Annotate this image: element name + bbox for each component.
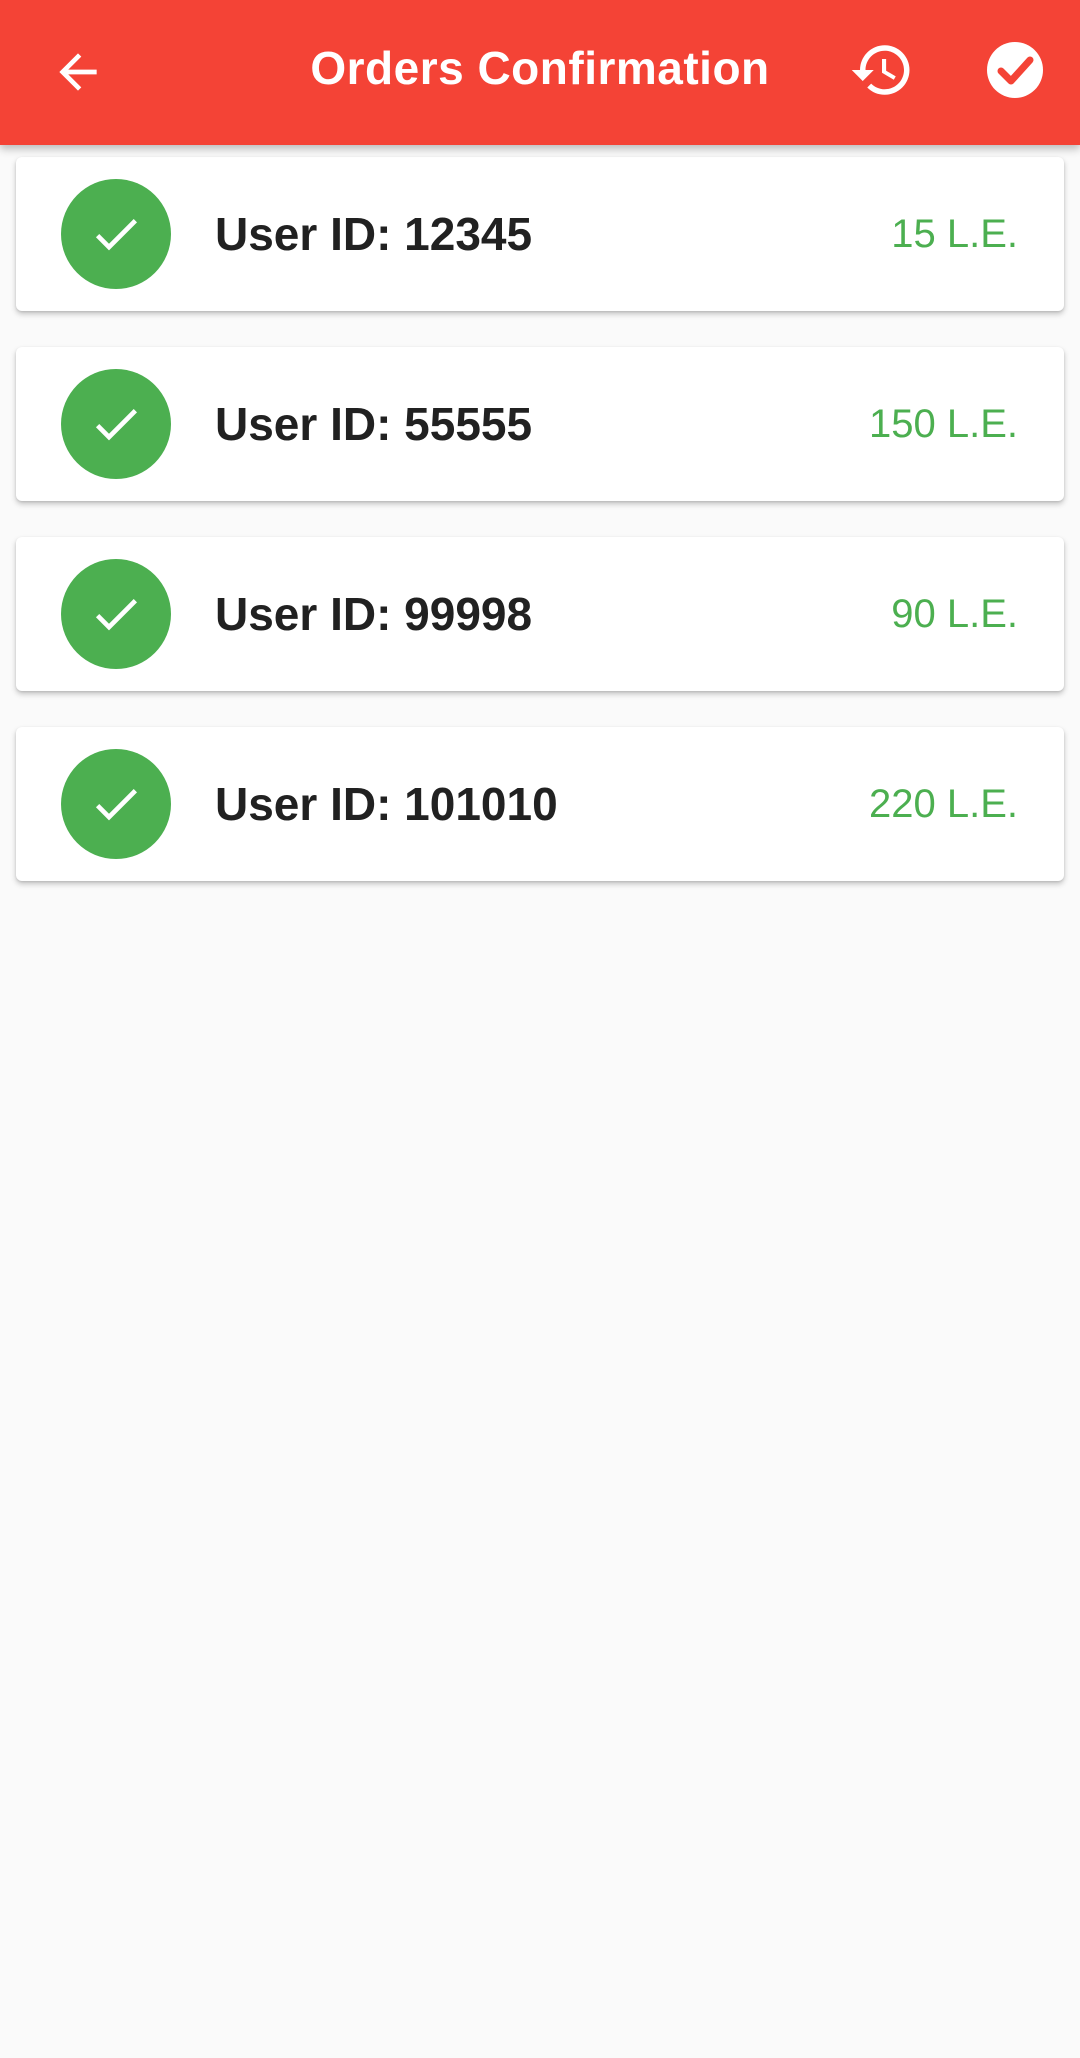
- status-badge: [61, 559, 171, 669]
- app-bar: Orders Confirmation: [0, 0, 1080, 145]
- user-id-label: User ID: 99998: [215, 588, 533, 640]
- status-badge: [61, 179, 171, 289]
- check-icon: [95, 219, 137, 251]
- check-circle-icon: [987, 42, 1043, 98]
- order-amount: 15 L.E.: [891, 211, 1018, 256]
- back-button[interactable]: [38, 32, 118, 112]
- user-id-label: User ID: 101010: [215, 778, 558, 830]
- order-card[interactable]: User ID: 101010 220 L.E.: [16, 727, 1064, 881]
- status-badge: [61, 369, 171, 479]
- history-icon: [851, 45, 910, 95]
- order-amount: 150 L.E.: [868, 401, 1018, 446]
- check-icon: [95, 789, 137, 821]
- order-card[interactable]: User ID: 99998 90 L.E.: [16, 537, 1064, 691]
- status-badge: [61, 749, 171, 859]
- arrow-back-icon: [59, 53, 97, 91]
- order-card[interactable]: User ID: 12345 15 L.E.: [16, 157, 1064, 311]
- check-icon: [95, 599, 137, 631]
- user-id-label: User ID: 55555: [215, 398, 533, 450]
- history-button[interactable]: [840, 28, 924, 112]
- order-list: User ID: 12345 15 L.E. User ID: 55555 15…: [16, 157, 1064, 917]
- order-amount: 90 L.E.: [891, 591, 1018, 636]
- check-icon: [95, 409, 137, 441]
- order-card[interactable]: User ID: 55555 150 L.E.: [16, 347, 1064, 501]
- order-amount: 220 L.E.: [868, 781, 1018, 826]
- confirm-all-button[interactable]: [973, 28, 1057, 112]
- user-id-label: User ID: 12345: [215, 208, 533, 260]
